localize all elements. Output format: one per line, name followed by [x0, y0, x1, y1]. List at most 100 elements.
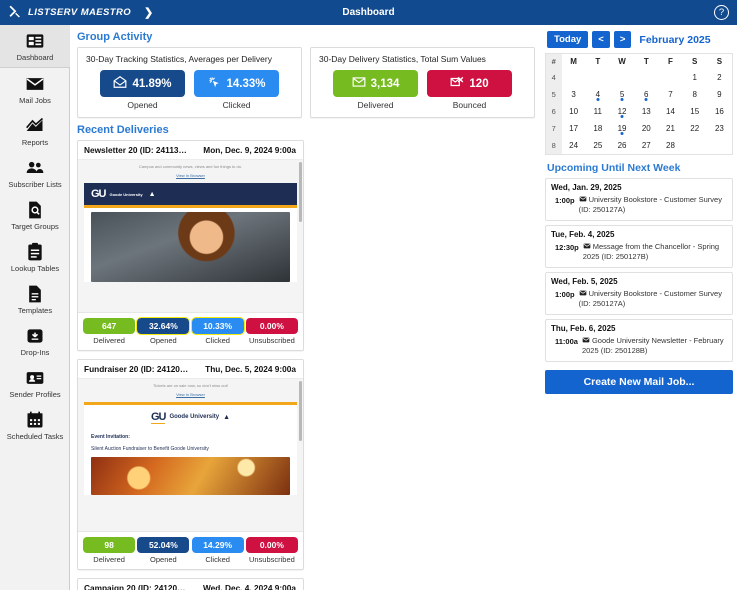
- upcoming-event: University Bookstore - Customer Survey (…: [578, 194, 722, 214]
- calendar-week-row: 4 12: [545, 69, 733, 86]
- calendar-day-cell[interactable]: 4: [586, 86, 610, 103]
- stat-opened[interactable]: 52.04% Opened: [137, 537, 190, 564]
- calendar-day-cell[interactable]: 18: [586, 120, 610, 137]
- calendar-day-cell[interactable]: 15: [683, 103, 707, 120]
- calendar-day-cell[interactable]: 24: [562, 137, 586, 154]
- upcoming-item[interactable]: Tue, Feb. 4, 2025 12:30p Message from th…: [545, 224, 733, 268]
- chevron-right-icon[interactable]: ❯: [144, 6, 153, 19]
- recent-deliveries-grid: Newsletter 20 (ID: 24113… Mon, Dec. 9, 2…: [71, 140, 541, 590]
- stat-value: 41.89%: [132, 77, 172, 90]
- next-month-button[interactable]: >: [613, 31, 632, 48]
- email-preview[interactable]: Tickets are on sale now, so don't miss o…: [78, 379, 303, 532]
- sidebar-item-templates[interactable]: Templates: [0, 278, 70, 320]
- stat-unsubscribed[interactable]: 0.00% Unsubscribed: [245, 318, 298, 345]
- calendar-week-number: 8: [545, 137, 562, 154]
- calendar-day-cell[interactable]: 11: [586, 103, 610, 120]
- envelope-icon: [579, 290, 586, 295]
- calendar-day-cell[interactable]: 16: [707, 103, 733, 120]
- sidebar-item-scheduled-tasks[interactable]: Scheduled Tasks: [0, 404, 70, 446]
- calendar-day-cell[interactable]: 9: [707, 86, 733, 103]
- preview-scrollbar[interactable]: [299, 381, 302, 441]
- upcoming-date: Thu, Feb. 6, 2025: [551, 323, 616, 333]
- stat-clicked[interactable]: 14.33% Clicked: [194, 70, 279, 110]
- stat-label: Delivered: [93, 336, 125, 345]
- calendar-day-cell[interactable]: 5: [610, 86, 634, 103]
- view-in-browser-link[interactable]: View In Browser: [84, 173, 297, 179]
- calendar-day-cell[interactable]: 19: [610, 120, 634, 137]
- calendar-day-cell[interactable]: 22: [683, 120, 707, 137]
- view-in-browser-link[interactable]: View In Browser: [84, 392, 297, 398]
- stat-label: Delivered: [93, 555, 125, 564]
- sidebar-item-dashboard[interactable]: Dashboard: [0, 25, 70, 68]
- help-icon[interactable]: ?: [714, 5, 729, 20]
- calendar-day-cell[interactable]: 1: [683, 69, 707, 86]
- calendar-day-cell[interactable]: 8: [683, 86, 707, 103]
- stat-delivered[interactable]: 647 Delivered: [83, 318, 136, 345]
- calendar-day-cell[interactable]: 7: [658, 86, 682, 103]
- stat-value: 120: [469, 77, 489, 90]
- upcoming-item[interactable]: Thu, Feb. 6, 2025 11:00a Goode Universit…: [545, 318, 733, 362]
- stat-unsubscribed[interactable]: 0.00% Unsubscribed: [245, 537, 298, 564]
- sidebar-item-label: Mail Jobs: [19, 96, 51, 105]
- preview-subheading: Silent Auction Fundraiser to Benefit Goo…: [91, 445, 209, 452]
- sidebar-item-label: Reports: [21, 138, 49, 147]
- delivery-card[interactable]: Campaign 20 (ID: 24120… Wed, Dec. 4, 202…: [77, 578, 304, 590]
- preview-heading: Event Invitation:: [91, 433, 130, 440]
- calendar-day-cell[interactable]: 28: [658, 137, 682, 154]
- calendar-grid[interactable]: # M T W T F S S 4 1 2 5 3 4 5 6 7 8 9 6 10 11 12 13 14 15…: [545, 53, 733, 155]
- stat-bounced[interactable]: 120 Bounced: [427, 70, 512, 110]
- stat-value: 0.00%: [245, 318, 298, 334]
- delivery-card[interactable]: Fundraiser 20 (ID: 24120… Thu, Dec. 5, 2…: [77, 359, 304, 570]
- calendar-day-cell[interactable]: 10: [562, 103, 586, 120]
- delivery-card[interactable]: Newsletter 20 (ID: 24113… Mon, Dec. 9, 2…: [77, 140, 304, 351]
- envelope-icon: [582, 337, 590, 342]
- email-preview[interactable]: Campus and community news, views and fun…: [78, 160, 303, 313]
- calendar-day-cell[interactable]: 26: [610, 137, 634, 154]
- calendar-day-cell[interactable]: 27: [634, 137, 658, 154]
- calendar-day-cell[interactable]: 20: [634, 120, 658, 137]
- stat-value: 14.33%: [226, 77, 266, 90]
- calendar-day-cell[interactable]: 21: [658, 120, 682, 137]
- sidebar-item-reports[interactable]: Reports: [0, 110, 70, 152]
- sidebar-item-target-groups[interactable]: Target Groups: [0, 194, 70, 236]
- calendar-day-cell[interactable]: 12: [610, 103, 634, 120]
- sidebar-item-lookup-tables[interactable]: Lookup Tables: [0, 236, 70, 278]
- clipboard-icon: [25, 242, 45, 262]
- calendar-week-number: 7: [545, 120, 562, 137]
- stat-delivered[interactable]: 3,134 Delivered: [333, 70, 418, 110]
- calendar-day-cell[interactable]: 17: [562, 120, 586, 137]
- prev-month-button[interactable]: <: [592, 31, 610, 48]
- sidebar-item-mail-jobs[interactable]: Mail Jobs: [0, 68, 70, 110]
- calendar-day-cell[interactable]: 2: [707, 69, 733, 86]
- stat-opened[interactable]: 41.89% Opened: [100, 70, 185, 110]
- tracking-statistics-card: 30-Day Tracking Statistics, Averages per…: [77, 47, 302, 118]
- sidebar-item-drop-ins[interactable]: Drop-Ins: [0, 320, 70, 362]
- sidebar-item-sender-profiles[interactable]: Sender Profiles: [0, 362, 70, 404]
- stat-label: Clicked: [205, 336, 230, 345]
- stat-delivered[interactable]: 98 Delivered: [83, 537, 136, 564]
- calendar-day-cell[interactable]: 23: [707, 120, 733, 137]
- preview-scrollbar[interactable]: [299, 162, 302, 222]
- sidebar-item-subscriber-lists[interactable]: Subscriber Lists: [0, 152, 70, 194]
- calendar-day-cell[interactable]: 13: [634, 103, 658, 120]
- sidebar-item-label: Drop-Ins: [20, 348, 50, 357]
- delivery-card-date: Thu, Dec. 5, 2024 9:00a: [205, 364, 296, 374]
- create-new-mail-job-button[interactable]: Create New Mail Job...: [545, 369, 733, 394]
- calendar-day-cell[interactable]: 14: [658, 103, 682, 120]
- sidebar-item-label: Lookup Tables: [10, 264, 60, 273]
- upcoming-item[interactable]: Wed, Feb. 5, 2025 1:00p University Books…: [545, 271, 733, 315]
- stat-opened[interactable]: 32.64% Opened: [136, 317, 191, 345]
- upcoming-item[interactable]: Wed, Jan. 29, 2025 1:00p University Book…: [545, 177, 733, 221]
- calendar-day-cell[interactable]: 25: [586, 137, 610, 154]
- stat-label: Opened: [127, 100, 158, 110]
- cursor-click-icon: [207, 75, 221, 92]
- delivery-card-stats: 647 Delivered 32.64% Opened 10.33% Click…: [78, 313, 303, 350]
- calendar-day-cell[interactable]: 3: [562, 86, 586, 103]
- recent-deliveries-heading: Recent Deliveries: [77, 124, 169, 136]
- stat-label: Clicked: [205, 555, 230, 564]
- stat-clicked[interactable]: 10.33% Clicked: [190, 317, 245, 345]
- calendar-day-cell[interactable]: 6: [634, 86, 658, 103]
- delivery-card-date: Mon, Dec. 9, 2024 9:00a: [203, 145, 296, 155]
- stat-clicked[interactable]: 14.29% Clicked: [191, 537, 244, 564]
- today-button[interactable]: Today: [547, 31, 589, 48]
